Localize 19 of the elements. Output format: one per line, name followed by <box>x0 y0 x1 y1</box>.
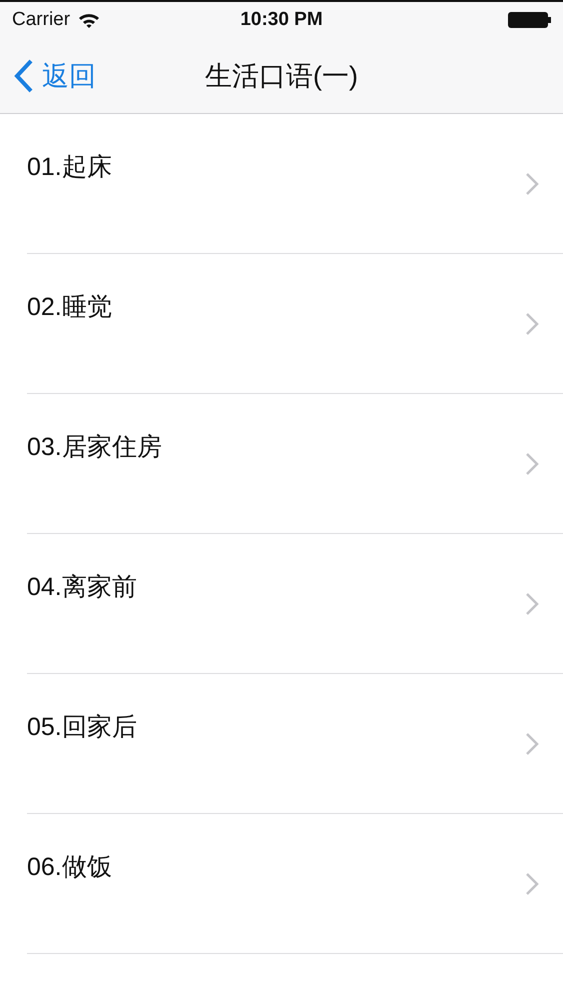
list-row[interactable]: 03.居家住房 <box>27 394 563 534</box>
list-row[interactable]: 01.起床 <box>27 114 563 254</box>
list-row[interactable]: 04.离家前 <box>27 534 563 674</box>
chevron-icon <box>525 452 539 476</box>
back-button[interactable]: 返回 <box>0 58 96 94</box>
battery-icon <box>508 12 551 28</box>
chevron-icon <box>525 872 539 896</box>
list-row[interactable]: 05.回家后 <box>27 674 563 814</box>
chevron-icon <box>525 172 539 196</box>
list-row[interactable]: 02.睡觉 <box>27 254 563 394</box>
chevron-icon <box>525 732 539 756</box>
list-row[interactable]: 06.做饭 <box>27 814 563 954</box>
status-time: 10:30 PM <box>240 9 323 31</box>
wifi-icon <box>78 12 100 28</box>
chevron-icon <box>525 592 539 616</box>
chevron-icon <box>525 312 539 336</box>
carrier-label: Carrier <box>12 9 70 31</box>
back-chevron-icon <box>14 58 34 92</box>
nav-title: 生活口语(一) <box>205 60 358 93</box>
